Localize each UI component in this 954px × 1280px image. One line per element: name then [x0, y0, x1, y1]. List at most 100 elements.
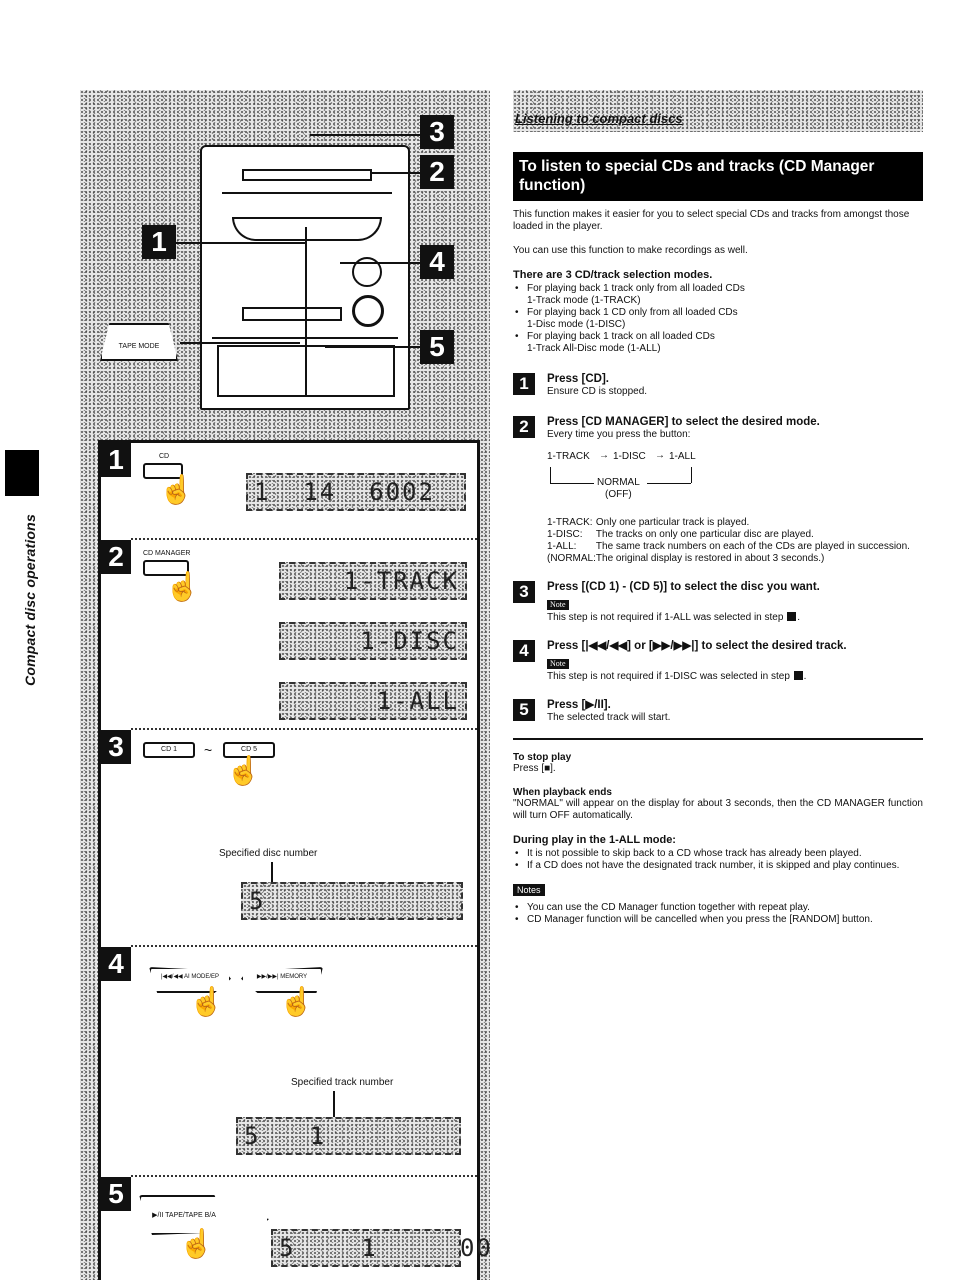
cycle-off: (OFF)	[605, 489, 632, 500]
pointing-hand-icon: ☝	[165, 571, 200, 602]
leader-line-3	[310, 134, 420, 136]
section-title: Listening to compact discs	[515, 111, 683, 126]
display-window	[242, 169, 372, 181]
definition-row: 1-ALL: The same track numbers on each of …	[547, 541, 910, 553]
during-item: It is not possible to skip back to a CD …	[513, 848, 923, 860]
step-title: Press [(CD 1) - (CD 5)] to select the di…	[547, 581, 820, 593]
leader-line-1	[176, 242, 306, 244]
cycle-normal: NORMAL	[597, 477, 640, 488]
definition-row: 1-TRACK: Only one particular track is pla…	[547, 517, 910, 529]
step-ref-icon	[787, 612, 797, 621]
instruction-step-4: 4 Press [|◀◀/◀◀] or [▶▶/▶▶|] to select t…	[513, 640, 923, 683]
leader-line-2	[370, 172, 420, 174]
illus-step-3: 3 CD 1 ~ CD 5 ☝ Specified disc number 5	[101, 730, 477, 960]
feature-title: To listen to special CDs and tracks (CD …	[513, 152, 923, 201]
during-heading: During play in the 1-ALL mode:	[513, 834, 676, 846]
illus-step-5: 5 ▶/II TAPE/TAPE B/A ☝ 5 1 00	[101, 1177, 491, 1280]
intro-text-2: You can use this function to make record…	[513, 245, 748, 256]
definition-text: The tracks on only one particular disc a…	[595, 529, 814, 540]
step-number: 4	[513, 640, 535, 662]
instruction-step-1: 1 Press [CD]. Ensure CD is stopped.	[513, 373, 923, 398]
tray-line	[222, 192, 392, 194]
definition-term: 1-DISC:	[547, 529, 583, 540]
cycle-line	[647, 483, 691, 484]
mode-item: For playing back 1 CD only from all load…	[513, 307, 923, 331]
callout-1: 1	[142, 225, 176, 259]
callout-3: 3	[420, 115, 454, 149]
step-subtext: Every time you press the button:	[547, 429, 691, 440]
leader-line-5	[325, 346, 420, 348]
definition-text: The original display is restored in abou…	[595, 553, 825, 564]
definition-text: The same track numbers on each of the CD…	[595, 541, 910, 552]
instructions-column: Listening to compact discs To listen to …	[513, 90, 923, 926]
instruction-step-2: 2 Press [CD MANAGER] to select the desir…	[513, 416, 923, 441]
lcd-display: 5 1 00	[271, 1229, 491, 1267]
cd1-button-drawing: CD 1	[143, 742, 195, 758]
mode-name: 1-Disc mode (1-DISC)	[527, 319, 626, 330]
cycle-line	[550, 483, 594, 484]
pointing-hand-icon: ☝	[159, 474, 194, 505]
ends-text: "NORMAL" will appear on the display for …	[513, 798, 923, 821]
instruction-step-5: 5 Press [▶/II]. The selected track will …	[513, 699, 923, 724]
mode-description: For playing back 1 CD only from all load…	[527, 307, 738, 318]
intro-text: This function makes it easier for you to…	[513, 209, 910, 232]
callout-4: 4	[420, 245, 454, 279]
leader-line-tape	[180, 342, 300, 344]
lcd-display: 1 14 6002	[246, 473, 466, 511]
lcd-display: 5 1	[236, 1117, 461, 1155]
step-number: 3	[513, 581, 535, 603]
step-number: 4	[101, 947, 131, 981]
mode-cycle-diagram: 1-TRACK → 1-DISC → 1-ALL NORMAL (OFF)	[547, 450, 923, 515]
lcd-display: 1-TRACK	[279, 562, 467, 600]
step-note: This step is not required if 1-ALL was s…	[547, 612, 784, 623]
modes-heading: There are 3 CD/track selection modes.	[513, 269, 713, 281]
step-number: 5	[513, 699, 535, 721]
stop-heading: To stop play	[513, 752, 572, 763]
divider	[513, 738, 923, 740]
stereo-unit-drawing	[200, 145, 410, 410]
note-item: You can use the CD Manager function toge…	[513, 902, 923, 914]
callout-2: 2	[420, 155, 454, 189]
definition-term: (NORMAL:	[547, 553, 596, 564]
step-subtext: Ensure CD is stopped.	[547, 386, 648, 397]
step-title: Press [▶/II].	[547, 699, 611, 711]
cycle-line	[550, 467, 551, 483]
illustration-panel: 3 2 1 4 5 TAPE MODE 1 CD ☝ 1 14 6002 2 C…	[80, 90, 491, 1280]
step-title: Press [CD MANAGER] to select the desired…	[547, 416, 820, 428]
mode-name: 1-Track mode (1-TRACK)	[527, 295, 641, 306]
definition-text: Only one particular track is played.	[595, 517, 750, 528]
definition-term: 1-TRACK:	[547, 517, 593, 528]
mode-description: For playing back 1 track only from all l…	[527, 283, 745, 294]
during-item: If a CD does not have the designated tra…	[513, 860, 923, 872]
lcd-display: 1-ALL	[279, 682, 467, 720]
pointing-hand-icon: ☝	[189, 986, 224, 1017]
tape-mode-label: TAPE MODE	[118, 343, 160, 350]
leader-line-4	[340, 262, 420, 264]
pointing-hand-icon: ☝	[226, 755, 261, 786]
jog-dial	[352, 295, 384, 327]
illus-step-4: 4 |◀◀/◀◀ AI MODE/EP ▶▶/▶▶| MEMORY ☝ ☝ Sp…	[101, 947, 477, 1167]
cycle-line	[691, 467, 692, 483]
pointer-label: Specified track number	[291, 1077, 394, 1088]
mode-item: For playing back 1 track only from all l…	[513, 283, 923, 307]
ends-heading: When playback ends	[513, 787, 612, 798]
instruction-step-3: 3 Press [(CD 1) - (CD 5)] to select the …	[513, 581, 923, 624]
step-number: 3	[101, 730, 131, 764]
definition-term: 1-ALL:	[547, 541, 577, 552]
cd-tray	[232, 217, 382, 241]
tape-mode-button-drawing	[100, 323, 178, 361]
step-number: 5	[101, 1177, 131, 1211]
mode-name: 1-Track All-Disc mode (1-ALL)	[527, 343, 661, 354]
steps-illustration-box: 1 CD ☝ 1 14 6002 2 CD MANAGER ☝ 1-TRACK …	[98, 440, 491, 1280]
definition-row: (NORMAL: The original display is restored…	[547, 553, 910, 565]
mode-description: For playing back 1 track on all loaded C…	[527, 331, 715, 342]
step-number: 2	[101, 540, 131, 574]
note-tag: Note	[547, 659, 569, 669]
mode-item: For playing back 1 track on all loaded C…	[513, 331, 923, 355]
note-item: CD Manager function will be cancelled wh…	[513, 914, 923, 926]
section-tab-marker	[5, 450, 39, 496]
arrow-right-icon: →	[655, 450, 665, 461]
button-label: CD	[159, 453, 170, 460]
step-number: 1	[513, 373, 535, 395]
section-header-band: Listening to compact discs	[513, 90, 923, 132]
